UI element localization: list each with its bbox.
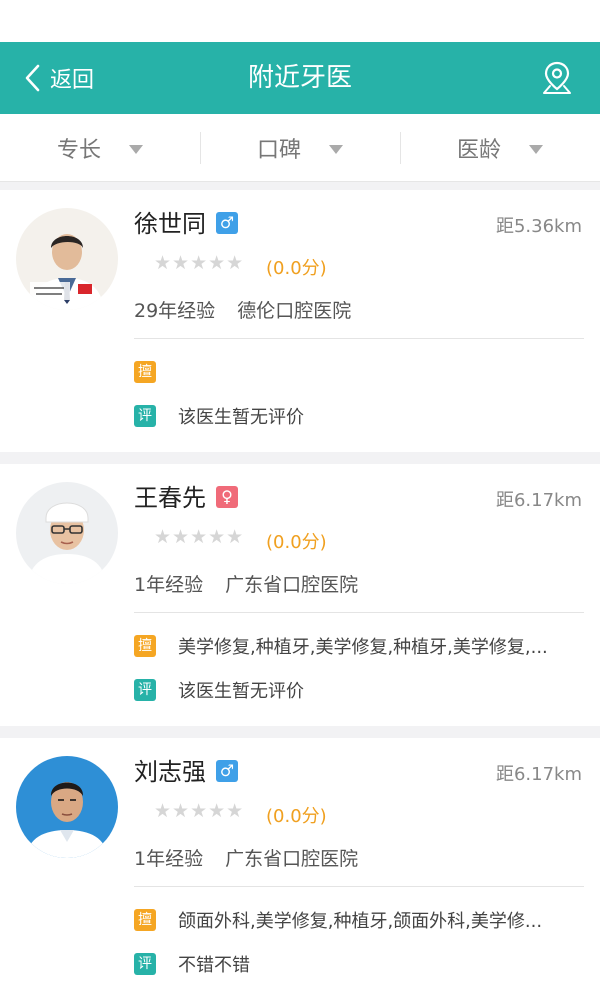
dropdown-triangle-icon [129, 145, 143, 154]
dropdown-triangle-icon [329, 145, 343, 154]
navigation-bar: 返回 附近牙医 [0, 42, 600, 114]
rating-score: (0.0分) [266, 258, 327, 279]
distance: 距5.36km [495, 216, 582, 237]
review-row: 评 该医生暂无评价 [134, 676, 576, 704]
filter-label: 医龄 [456, 137, 501, 163]
specialty-tag-icon: 擅 [134, 361, 156, 383]
avatar [16, 756, 118, 858]
specialty-tag-icon: 擅 [134, 909, 156, 931]
avatar [16, 208, 118, 310]
experience-line: 29年经验 德伦口腔医院 [134, 296, 351, 323]
male-icon: ♂ [216, 760, 238, 782]
experience-line: 1年经验 广东省口腔医院 [134, 844, 358, 871]
dropdown-triangle-icon [529, 145, 543, 154]
doctor-card[interactable]: 徐世同 ♂ 距5.36km ★★★★★ (0.0分) 29年经验 德伦口腔医院 擅… [0, 190, 600, 452]
distance: 距6.17km [495, 764, 582, 785]
avatar [16, 482, 118, 584]
doctor-name: 徐世同 [134, 210, 206, 238]
filter-label: 口碑 [256, 137, 301, 163]
rating-stars: ★★★★★ [154, 252, 245, 274]
location-pin-icon[interactable] [540, 60, 574, 96]
experience-line: 1年经验 广东省口腔医院 [134, 570, 358, 597]
review-tag-icon: 评 [134, 405, 156, 427]
doctor-list: 徐世同 ♂ 距5.36km ★★★★★ (0.0分) 29年经验 德伦口腔医院 擅… [0, 190, 600, 1000]
specialty-row: 擅 颌面外科,美学修复,种植牙,颌面外科,美学修... [134, 906, 576, 934]
doctor-name: 刘志强 [134, 758, 206, 786]
review-text: 该医生暂无评价 [178, 681, 304, 702]
experience-years: 1年经验 [134, 574, 204, 596]
review-row: 评 该医生暂无评价 [134, 402, 576, 430]
specialty-row: 擅 美学修复,种植牙,美学修复,种植牙,美学修复,... [134, 632, 576, 660]
review-row: 评 不错不错 [134, 950, 576, 978]
review-text: 不错不错 [178, 955, 250, 976]
rating-score: (0.0分) [266, 532, 327, 553]
experience-years: 1年经验 [134, 848, 204, 870]
female-icon: ♀ [216, 486, 238, 508]
divider [134, 886, 584, 887]
divider [134, 338, 584, 339]
specialty-tag-icon: 擅 [134, 635, 156, 657]
page-title: 附近牙医 [247, 63, 352, 93]
status-bar [0, 0, 600, 42]
distance: 距6.17km [495, 490, 582, 511]
hospital-name: 广东省口腔医院 [225, 848, 359, 870]
male-icon: ♂ [216, 212, 238, 234]
rating-stars: ★★★★★ [154, 526, 245, 548]
doctor-card[interactable]: 刘志强 ♂ 距6.17km ★★★★★ (0.0分) 1年经验 广东省口腔医院 擅… [0, 738, 600, 1000]
filter-specialty[interactable]: 专长 [0, 114, 200, 181]
hospital-name: 广东省口腔医院 [225, 574, 359, 596]
specialty-row: 擅 [134, 358, 576, 386]
review-text: 该医生暂无评价 [178, 407, 304, 428]
filter-label: 专长 [56, 137, 101, 163]
rating-stars: ★★★★★ [154, 800, 245, 822]
doctor-name: 王春先 [134, 484, 206, 512]
review-tag-icon: 评 [134, 953, 156, 975]
filter-bar: 专长 口碑 医龄 [0, 114, 600, 182]
filter-seniority[interactable]: 医龄 [400, 114, 600, 181]
doctor-card[interactable]: 王春先 ♀ 距6.17km ★★★★★ (0.0分) 1年经验 广东省口腔医院 擅… [0, 464, 600, 726]
hospital-name: 德伦口腔医院 [237, 300, 352, 322]
divider [134, 612, 584, 613]
review-tag-icon: 评 [134, 679, 156, 701]
experience-years: 29年经验 [134, 300, 216, 322]
specialty-text: 美学修复,种植牙,美学修复,种植牙,美学修复,... [178, 637, 548, 658]
specialty-text: 颌面外科,美学修复,种植牙,颌面外科,美学修... [178, 911, 543, 932]
rating-score: (0.0分) [266, 806, 327, 827]
filter-reputation[interactable]: 口碑 [200, 114, 400, 181]
